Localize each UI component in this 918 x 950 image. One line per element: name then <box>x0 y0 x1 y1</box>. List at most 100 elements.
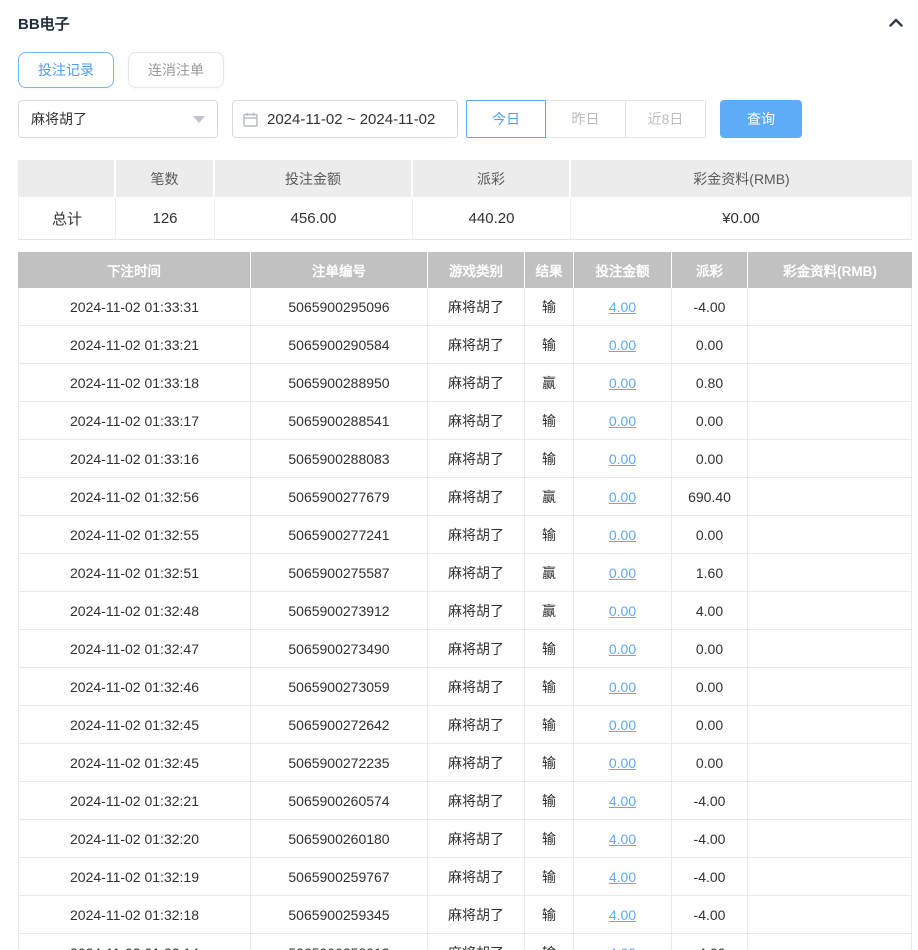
date-range-input[interactable]: 2024-11-02 ~ 2024-11-02 <box>232 100 458 138</box>
bet-amount-link[interactable]: 4.00 <box>609 945 636 950</box>
payout-cell: -4.00 <box>672 820 748 858</box>
game-type-cell: 麻将胡了 <box>428 896 525 934</box>
table-row: 2024-11-02 01:33:175065900288541麻将胡了输0.0… <box>18 402 912 440</box>
payout-cell: 0.00 <box>672 668 748 706</box>
bet-amount-cell: 4.00 <box>574 782 672 820</box>
bet-amount-cell: 4.00 <box>574 288 672 326</box>
bet-time-cell: 2024-11-02 01:32:47 <box>18 630 251 668</box>
bet-time-cell: 2024-11-02 01:32:18 <box>18 896 251 934</box>
records-header-payout: 派彩 <box>672 252 748 288</box>
result-cell: 赢 <box>525 554 574 592</box>
result-cell: 输 <box>525 402 574 440</box>
payout-cell: -4.00 <box>672 896 748 934</box>
table-row: 2024-11-02 01:33:185065900288950麻将胡了赢0.0… <box>18 364 912 402</box>
bonus-cell <box>748 744 912 782</box>
game-type-cell: 麻将胡了 <box>428 440 525 478</box>
bet-amount-link[interactable]: 0.00 <box>609 755 636 771</box>
bet-amount-link[interactable]: 0.00 <box>609 337 636 353</box>
game-type-cell: 麻将胡了 <box>428 820 525 858</box>
bonus-cell <box>748 440 912 478</box>
game-type-cell: 麻将胡了 <box>428 402 525 440</box>
caret-down-icon <box>193 116 205 123</box>
bet-amount-link[interactable]: 0.00 <box>609 451 636 467</box>
bet-time-cell: 2024-11-02 01:33:16 <box>18 440 251 478</box>
result-cell: 赢 <box>525 478 574 516</box>
quick-today-button[interactable]: 今日 <box>466 100 546 138</box>
payout-cell: -4.00 <box>672 858 748 896</box>
payout-cell: -4.00 <box>672 288 748 326</box>
bet-amount-link[interactable]: 0.00 <box>609 413 636 429</box>
order-number-cell: 5065900260180 <box>251 820 428 858</box>
table-row: 2024-11-02 01:32:205065900260180麻将胡了输4.0… <box>18 820 912 858</box>
bet-amount-link[interactable]: 0.00 <box>609 565 636 581</box>
tab-bet-records[interactable]: 投注记录 <box>18 52 114 88</box>
bonus-cell <box>748 516 912 554</box>
bet-amount-cell: 4.00 <box>574 820 672 858</box>
game-type-cell: 麻将胡了 <box>428 782 525 820</box>
query-button[interactable]: 查询 <box>720 100 802 138</box>
result-cell: 输 <box>525 934 574 950</box>
bet-amount-link[interactable]: 4.00 <box>609 831 636 847</box>
bet-amount-link[interactable]: 0.00 <box>609 679 636 695</box>
bet-time-cell: 2024-11-02 01:32:45 <box>18 744 251 782</box>
payout-cell: 0.00 <box>672 402 748 440</box>
summary-header-bonus: 彩金资料(RMB) <box>571 160 912 197</box>
quick-8days-button[interactable]: 近8日 <box>626 100 706 138</box>
bet-amount-cell: 0.00 <box>574 364 672 402</box>
records-header-game-type: 游戏类别 <box>428 252 525 288</box>
order-number-cell: 5065900259345 <box>251 896 428 934</box>
bet-amount-link[interactable]: 0.00 <box>609 489 636 505</box>
order-number-cell: 5065900258912 <box>251 934 428 950</box>
game-type-cell: 麻将胡了 <box>428 554 525 592</box>
order-number-cell: 5065900273490 <box>251 630 428 668</box>
result-cell: 赢 <box>525 592 574 630</box>
table-row: 2024-11-02 01:32:455065900272235麻将胡了输0.0… <box>18 744 912 782</box>
bet-amount-cell: 4.00 <box>574 858 672 896</box>
records-header-result: 结果 <box>525 252 574 288</box>
bet-amount-link[interactable]: 4.00 <box>609 869 636 885</box>
bet-amount-link[interactable]: 0.00 <box>609 527 636 543</box>
bet-time-cell: 2024-11-02 01:32:20 <box>18 820 251 858</box>
bet-amount-cell: 0.00 <box>574 630 672 668</box>
order-number-cell: 5065900259767 <box>251 858 428 896</box>
chevron-up-icon[interactable] <box>886 13 906 33</box>
bet-amount-cell: 4.00 <box>574 896 672 934</box>
date-range-value: 2024-11-02 ~ 2024-11-02 <box>267 111 435 128</box>
result-cell: 输 <box>525 516 574 554</box>
game-select[interactable]: 麻将胡了 <box>18 100 218 138</box>
bet-amount-link[interactable]: 4.00 <box>609 299 636 315</box>
bet-amount-link[interactable]: 4.00 <box>609 907 636 923</box>
bet-amount-link[interactable]: 4.00 <box>609 793 636 809</box>
bet-amount-link[interactable]: 0.00 <box>609 641 636 657</box>
order-number-cell: 5065900277241 <box>251 516 428 554</box>
game-select-value: 麻将胡了 <box>31 109 87 129</box>
summary-header-bet-amount: 投注金额 <box>215 160 413 197</box>
bet-amount-cell: 0.00 <box>574 668 672 706</box>
order-number-cell: 5065900288541 <box>251 402 428 440</box>
bet-time-cell: 2024-11-02 01:33:21 <box>18 326 251 364</box>
table-row: 2024-11-02 01:32:465065900273059麻将胡了输0.0… <box>18 668 912 706</box>
result-cell: 输 <box>525 440 574 478</box>
bet-time-cell: 2024-11-02 01:32:48 <box>18 592 251 630</box>
summary-total-label: 总计 <box>18 197 116 240</box>
bet-amount-link[interactable]: 0.00 <box>609 375 636 391</box>
order-number-cell: 5065900260574 <box>251 782 428 820</box>
game-type-cell: 麻将胡了 <box>428 364 525 402</box>
bet-amount-link[interactable]: 0.00 <box>609 603 636 619</box>
bet-amount-cell: 4.00 <box>574 934 672 950</box>
game-type-cell: 麻将胡了 <box>428 288 525 326</box>
bet-amount-link[interactable]: 0.00 <box>609 717 636 733</box>
records-header-time: 下注时间 <box>18 252 251 288</box>
result-cell: 输 <box>525 858 574 896</box>
summary-total-payout: 440.20 <box>413 197 571 240</box>
quick-yesterday-button[interactable]: 昨日 <box>546 100 626 138</box>
summary-header-count: 笔数 <box>116 160 215 197</box>
bonus-cell <box>748 858 912 896</box>
bonus-cell <box>748 668 912 706</box>
bet-amount-cell: 0.00 <box>574 402 672 440</box>
records-table: 下注时间 注单编号 游戏类别 结果 投注金额 派彩 彩金资料(RMB) 2024… <box>18 252 912 950</box>
result-cell: 输 <box>525 668 574 706</box>
tab-cancelled-orders[interactable]: 连消注单 <box>128 52 224 88</box>
table-row: 2024-11-02 01:33:215065900290584麻将胡了输0.0… <box>18 326 912 364</box>
summary-header-row: 笔数 投注金额 派彩 彩金资料(RMB) <box>18 160 912 197</box>
